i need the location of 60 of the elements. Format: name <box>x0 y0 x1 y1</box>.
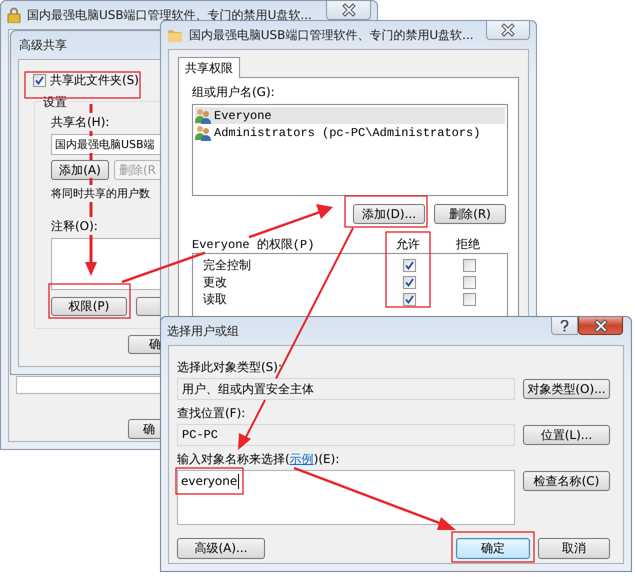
check-names-button[interactable]: 检查名称(C) <box>523 471 610 491</box>
field-label: 共享名(H): <box>51 114 110 131</box>
help-icon <box>560 320 569 332</box>
users-icon <box>195 108 211 124</box>
permission-name: 读取 <box>202 291 228 308</box>
user-limit-label: 将同时共享的用户数 <box>51 186 150 201</box>
window-title: 选择用户或组 <box>167 322 239 340</box>
comment-field[interactable] <box>51 238 160 290</box>
cancel-button[interactable]: 取消 <box>538 538 610 559</box>
tab[interactable]: 共享权限 <box>178 57 240 78</box>
users-icon <box>195 124 211 140</box>
locations-button[interactable]: 位置(L)... <box>523 425 610 445</box>
padlock-icon <box>7 7 21 23</box>
checkbox[interactable] <box>462 276 476 289</box>
remove-button[interactable]: 删除(R) <box>434 204 506 224</box>
checkbox[interactable] <box>402 276 416 289</box>
advanced-button[interactable]: 高级(A)... <box>177 538 265 559</box>
checkbox[interactable] <box>33 74 46 87</box>
close-button[interactable] <box>578 317 623 335</box>
checkbox[interactable] <box>462 293 476 306</box>
checkbox[interactable] <box>402 259 416 272</box>
permission-name: 完全控制 <box>202 257 252 274</box>
ok-button[interactable]: 确 <box>128 419 160 439</box>
folder-icon <box>167 27 183 43</box>
field-label: 查找位置(F): <box>177 406 246 420</box>
help-button[interactable] <box>551 317 578 335</box>
field-label: 注释(O): <box>51 218 98 235</box>
object-types-button[interactable]: 对象类型(O)... <box>523 379 610 399</box>
permissions-label: Everyone 的权限(P) <box>192 237 316 253</box>
list-item[interactable]: Everyone <box>195 107 505 124</box>
checkbox[interactable] <box>462 259 476 272</box>
add-button[interactable]: 添加(D)... <box>353 204 425 224</box>
field-label: 输入对象名称来选择(示例)(E): <box>177 452 340 466</box>
window-title: 国内最强电脑USB端口管理软件、专门的禁用U盘软... <box>188 26 474 44</box>
ok-button[interactable]: 确 <box>128 335 160 354</box>
examples-link[interactable]: 示例 <box>290 452 314 466</box>
field-label: 选择此对象类型(S): <box>177 360 284 374</box>
column-header: 拒绝 <box>455 236 481 253</box>
text-cursor <box>238 474 240 489</box>
ok-button[interactable]: 确定 <box>456 538 530 559</box>
add-button[interactable]: 添加(A) <box>51 160 109 180</box>
close-button[interactable] <box>486 21 530 40</box>
checkbox[interactable] <box>402 293 416 306</box>
list-item[interactable]: Administrators (pc-PC\Administrators) <box>195 124 505 141</box>
column-header: 允许 <box>395 236 421 253</box>
checkbox-label: 共享此文件夹(S) <box>50 72 139 89</box>
window-title: 高级共享 <box>19 36 67 54</box>
permission-name: 更改 <box>202 274 228 291</box>
close-icon <box>342 3 356 17</box>
object-type-field: 用户、组或内置安全主体 <box>177 378 515 400</box>
close-icon <box>500 23 515 37</box>
share-name-field[interactable]: 国内最强电脑USB端 <box>51 134 160 155</box>
list-label: 组或用户名(G): <box>192 84 276 101</box>
close-button[interactable] <box>326 1 371 20</box>
location-field: PC-PC <box>177 424 515 446</box>
partial-button[interactable] <box>136 297 160 316</box>
close-icon <box>594 318 608 332</box>
input-field[interactable]: everyone <box>177 470 515 525</box>
highlight-frame <box>175 467 244 495</box>
permissions-button[interactable]: 权限(P) <box>51 297 127 316</box>
